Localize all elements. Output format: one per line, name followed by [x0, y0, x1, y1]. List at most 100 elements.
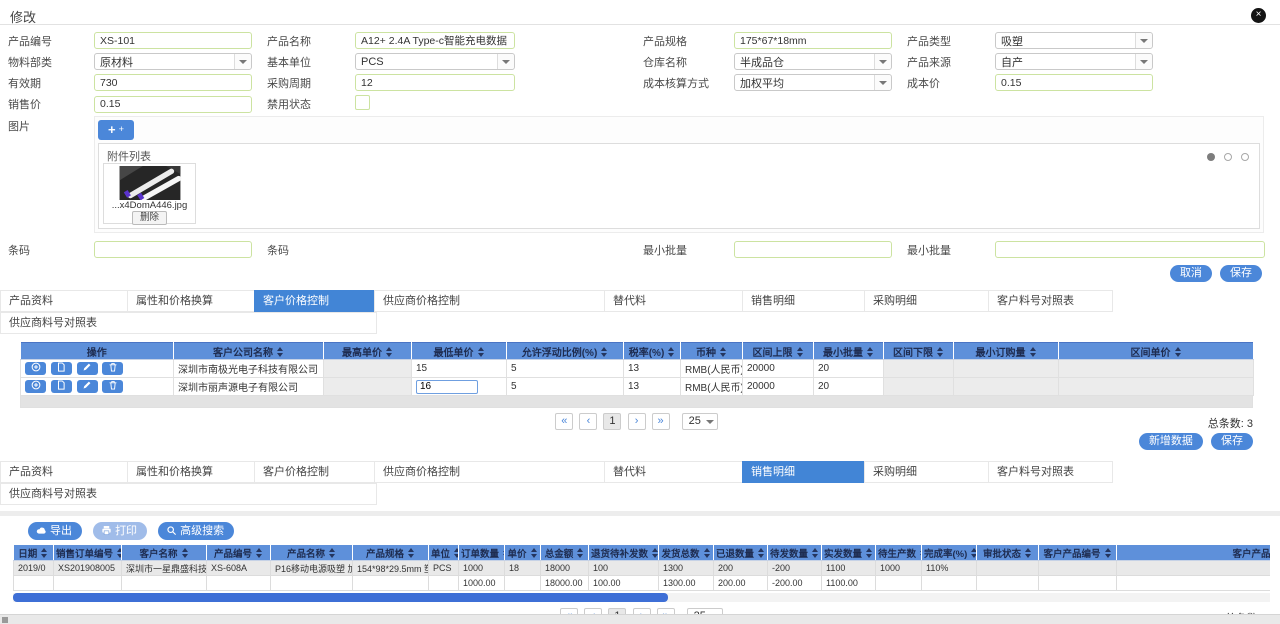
edit-button[interactable] — [77, 362, 98, 375]
min-batch-input-2[interactable] — [995, 241, 1265, 258]
advanced-search-button[interactable]: 高级搜索 — [158, 522, 234, 540]
col-header-total-amount[interactable]: 总金额 — [541, 545, 589, 561]
min-batch-input[interactable] — [734, 241, 892, 258]
tab-customer-price-control[interactable]: 客户价格控制 — [254, 461, 375, 483]
col-header-float-ratio[interactable]: 允许浮动比例(%) — [507, 343, 624, 360]
cancel-button[interactable]: 取消 — [1170, 265, 1212, 282]
detail-button[interactable] — [25, 362, 46, 375]
tab-supplier-partno-map[interactable]: 供应商料号对照表 — [0, 483, 377, 505]
next-page-button[interactable]: › — [628, 413, 646, 430]
dot-indicator-icon[interactable] — [1207, 153, 1215, 161]
delete-button[interactable] — [102, 380, 123, 393]
col-header-tax-rate[interactable]: 税率(%) — [624, 343, 681, 360]
col-header-customer-product-code[interactable]: 客户产品编号 — [1039, 545, 1117, 561]
tabset-1: 产品资料 属性和价格换算 客户价格控制 供应商价格控制 替代料 销售明细 采购明… — [0, 290, 1280, 334]
col-header-actual-qty[interactable]: 实发数量 — [822, 545, 876, 561]
col-header-approval-status[interactable]: 审批状态 — [977, 545, 1039, 561]
tab-customer-partno-map[interactable]: 客户料号对照表 — [988, 461, 1113, 483]
sale-price-input[interactable] — [94, 96, 252, 113]
col-header-range-price[interactable]: 区间单价 — [1059, 343, 1254, 360]
col-header-completion-rate[interactable]: 完成率(%) — [922, 545, 977, 561]
product-spec-input[interactable] — [734, 32, 892, 49]
tab-substitute-material[interactable]: 替代料 — [604, 290, 743, 312]
copy-button[interactable] — [51, 362, 72, 375]
col-header-product-code[interactable]: 产品编号 — [207, 545, 271, 561]
tab-customer-price-control[interactable]: 客户价格控制 — [254, 290, 375, 312]
attachment-thumbnail-card[interactable]: ...x4DomA446.jpg 删除 — [103, 163, 196, 224]
first-page-button[interactable]: « — [555, 413, 573, 430]
panel-control-icon[interactable] — [1241, 153, 1249, 161]
col-header-to-produce[interactable]: 待生产数 — [876, 545, 922, 561]
print-button[interactable]: 打印 — [93, 522, 147, 540]
resize-grip[interactable] — [2, 617, 8, 623]
col-header-unit[interactable]: 单位 — [429, 545, 459, 561]
purchase-cycle-input[interactable] — [355, 74, 515, 91]
col-header-product-name[interactable]: 产品名称 — [271, 545, 353, 561]
product-code-input[interactable] — [94, 32, 252, 49]
col-header-min-price[interactable]: 最低单价 — [412, 343, 507, 360]
product-name-input[interactable] — [355, 32, 515, 49]
save-price-button[interactable]: 保存 — [1211, 433, 1253, 450]
tab-sales-detail[interactable]: 销售明细 — [742, 461, 865, 483]
min-price-edit-input[interactable] — [416, 380, 478, 394]
costing-method-select[interactable]: 加权平均 — [734, 74, 892, 91]
page-size-select[interactable]: 25 — [682, 413, 718, 430]
product-type-select[interactable]: 吸塑 — [995, 32, 1153, 49]
close-icon[interactable]: × — [1251, 8, 1266, 23]
col-header-product-spec[interactable]: 产品规格 — [353, 545, 429, 561]
col-header-date[interactable]: 日期 — [14, 545, 54, 561]
tab-supplier-partno-map[interactable]: 供应商料号对照表 — [0, 312, 377, 334]
tab-substitute-material[interactable]: 替代料 — [604, 461, 743, 483]
tab-product-info[interactable]: 产品资料 — [0, 461, 128, 483]
col-header-customer-name[interactable]: 客户名称 — [122, 545, 207, 561]
export-button[interactable]: 导出 — [28, 522, 82, 540]
last-page-button[interactable]: » — [652, 413, 670, 430]
col-header-returned-qty[interactable]: 已退数量 — [714, 545, 768, 561]
tab-sales-detail[interactable]: 销售明细 — [742, 290, 865, 312]
tab-supplier-price-control[interactable]: 供应商价格控制 — [374, 461, 605, 483]
product-source-select[interactable]: 自产 — [995, 53, 1153, 70]
copy-button[interactable] — [51, 380, 72, 393]
warehouse-select[interactable]: 半成品仓 — [734, 53, 892, 70]
tab-attr-price-conversion[interactable]: 属性和价格换算 — [127, 461, 255, 483]
col-header-sales-order-no[interactable]: 销售订单编号 — [54, 545, 122, 561]
product-code-label: 产品编号 — [8, 33, 94, 49]
col-header-min-batch[interactable]: 最小批量 — [814, 343, 884, 360]
tab-purchase-detail[interactable]: 采购明细 — [864, 461, 989, 483]
add-image-button[interactable]: + + — [98, 120, 134, 140]
disabled-status-checkbox[interactable] — [355, 95, 370, 110]
barcode-input[interactable] — [94, 241, 252, 258]
col-header-currency[interactable]: 币种 — [681, 343, 743, 360]
col-header-customer-product-name[interactable]: 客户产品名称 — [1117, 545, 1271, 561]
delete-attachment-button[interactable]: 删除 — [132, 211, 167, 225]
save-button[interactable]: 保存 — [1220, 265, 1262, 282]
current-page[interactable]: 1 — [603, 413, 621, 430]
tab-supplier-price-control[interactable]: 供应商价格控制 — [374, 290, 605, 312]
horizontal-scrollbar-thumb[interactable] — [13, 593, 668, 602]
col-header-customer-company[interactable]: 客户公司名称 — [174, 343, 324, 360]
tab-product-info[interactable]: 产品资料 — [0, 290, 128, 312]
validity-input[interactable] — [94, 74, 252, 91]
tab-attr-price-conversion[interactable]: 属性和价格换算 — [127, 290, 255, 312]
tab-customer-partno-map[interactable]: 客户料号对照表 — [988, 290, 1113, 312]
col-header-return-pending[interactable]: 退货待补发数 — [589, 545, 659, 561]
base-unit-select[interactable]: PCS — [355, 53, 515, 70]
horizontal-scrollbar-track[interactable] — [13, 593, 1270, 602]
add-data-button[interactable]: 新增数据 — [1139, 433, 1203, 450]
detail-button[interactable] — [25, 380, 46, 393]
col-header-order-qty[interactable]: 订单数量 — [459, 545, 505, 561]
col-header-pending-qty[interactable]: 待发数量 — [768, 545, 822, 561]
panel-control-icon[interactable] — [1224, 153, 1232, 161]
tab-purchase-detail[interactable]: 采购明细 — [864, 290, 989, 312]
col-header-max-price[interactable]: 最高单价 — [324, 343, 412, 360]
col-header-shipped-total[interactable]: 发货总数 — [659, 545, 714, 561]
delete-button[interactable] — [102, 362, 123, 375]
cost-price-input[interactable] — [995, 74, 1153, 91]
edit-button[interactable] — [77, 380, 98, 393]
prev-page-button[interactable]: ‹ — [579, 413, 597, 430]
col-header-min-order-qty[interactable]: 最小订购量 — [954, 343, 1059, 360]
col-header-range-upper[interactable]: 区间上限 — [743, 343, 814, 360]
col-header-range-lower[interactable]: 区间下限 — [884, 343, 954, 360]
material-category-select[interactable]: 原材料 — [94, 53, 252, 70]
col-header-unit-price[interactable]: 单价 — [505, 545, 541, 561]
